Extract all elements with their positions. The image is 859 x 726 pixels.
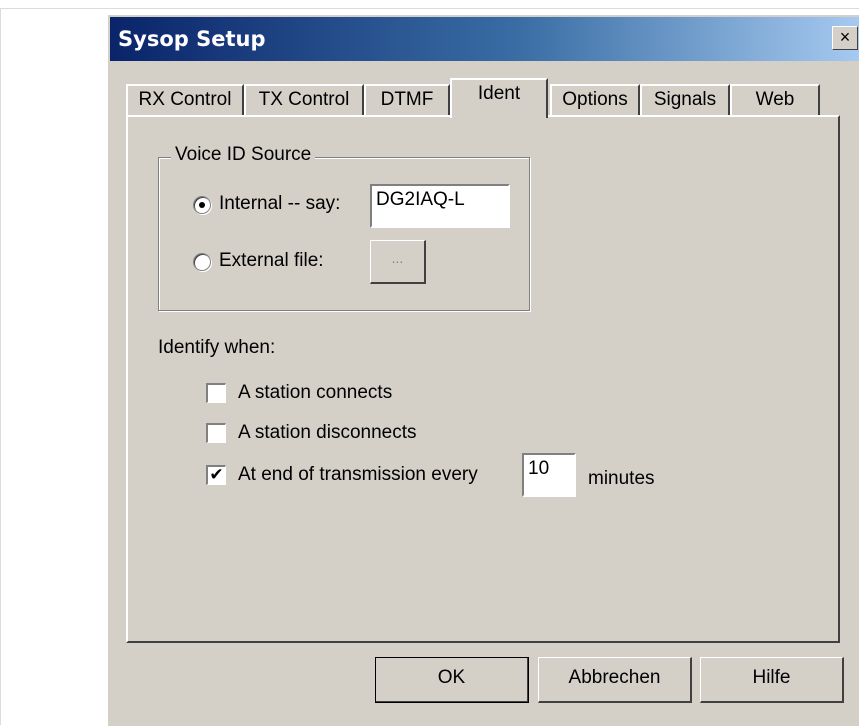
window-title: Sysop Setup — [118, 27, 266, 51]
minutes-value: 10 — [528, 458, 550, 479]
external-file-radio[interactable] — [193, 253, 211, 271]
internal-label: Internal -- say: — [219, 193, 341, 214]
ellipsis-icon: ... — [391, 250, 404, 266]
cancel-button[interactable]: Abbrechen — [538, 657, 692, 703]
identify-when-heading: Identify when: — [158, 337, 276, 358]
close-button[interactable]: × — [832, 26, 858, 50]
tab-label: Web — [755, 89, 795, 110]
end-of-transmission-checkbox[interactable]: ✔ — [206, 465, 226, 485]
voice-id-source-label: Voice ID Source — [171, 144, 316, 166]
tab-label: Signals — [653, 89, 717, 110]
tab-strip: RX Control TX Control DTMF Ident Options… — [126, 78, 840, 118]
ident-tab-panel: Voice ID Source Internal -- say: DG2IAQ-… — [126, 115, 840, 643]
browse-button[interactable]: ... — [370, 240, 426, 284]
cancel-button-label: Abbrechen — [568, 667, 661, 688]
tab-label: RX Control — [138, 89, 232, 110]
backdrop-border-top — [0, 8, 859, 9]
close-icon: × — [839, 27, 851, 47]
radio-selected-dot — [199, 202, 205, 208]
external-file-label: External file: — [219, 250, 324, 271]
tab-ident[interactable]: Ident — [450, 78, 548, 118]
tab-tx-control[interactable]: TX Control — [244, 84, 364, 116]
tab-dtmf[interactable]: DTMF — [364, 84, 450, 116]
sysop-setup-dialog: Sysop Setup × RX Control TX Control DTMF… — [107, 14, 859, 726]
voice-id-source-group: Voice ID Source Internal -- say: DG2IAQ-… — [158, 144, 530, 311]
internal-say-value: DG2IAQ-L — [376, 189, 465, 210]
backdrop-border-left — [0, 8, 1, 725]
title-bar[interactable]: Sysop Setup × — [110, 17, 859, 61]
tab-web[interactable]: Web — [730, 84, 820, 116]
help-button[interactable]: Hilfe — [700, 657, 844, 703]
tab-label: TX Control — [258, 89, 350, 110]
station-disconnects-checkbox[interactable] — [206, 423, 226, 443]
station-connects-checkbox[interactable] — [206, 383, 226, 403]
tab-label: Options — [562, 89, 628, 110]
tab-label: Ident — [477, 83, 521, 104]
tab-rx-control[interactable]: RX Control — [126, 84, 244, 116]
minutes-label: minutes — [588, 468, 655, 489]
help-button-label: Hilfe — [752, 667, 791, 688]
ok-button[interactable]: OK — [375, 657, 529, 703]
tab-options[interactable]: Options — [550, 84, 640, 116]
station-disconnects-label: A station disconnects — [238, 422, 417, 443]
end-of-transmission-label: At end of transmission every — [238, 464, 478, 485]
tab-signals[interactable]: Signals — [640, 84, 730, 116]
internal-say-input[interactable]: DG2IAQ-L — [370, 184, 510, 228]
internal-radio[interactable] — [193, 196, 211, 214]
station-connects-label: A station connects — [238, 382, 393, 403]
minutes-input[interactable]: 10 — [522, 453, 576, 497]
checkmark-icon: ✔ — [209, 465, 224, 484]
tab-label: DTMF — [380, 89, 434, 110]
ok-button-label: OK — [437, 667, 466, 688]
